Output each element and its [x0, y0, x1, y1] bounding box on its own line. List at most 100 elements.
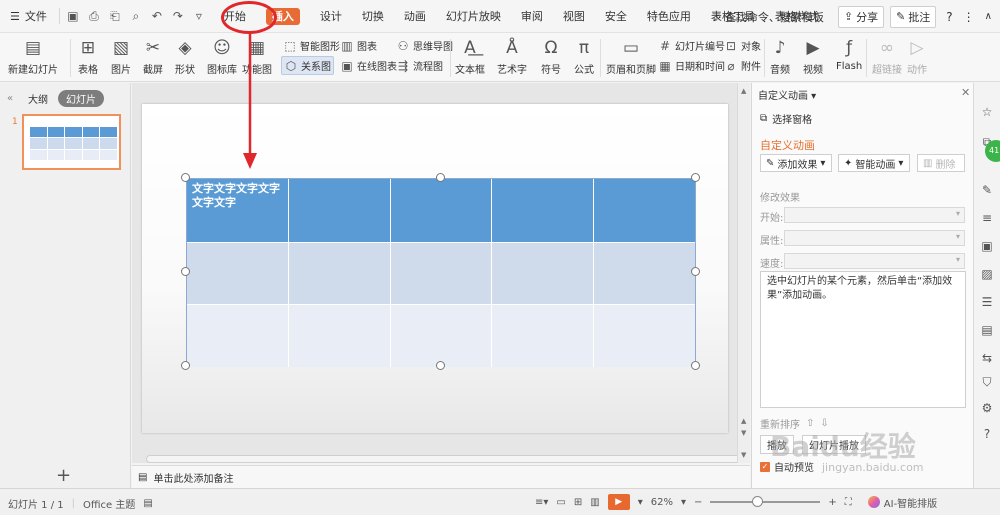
select-pane-button[interactable]: ⧉ 选择窗格	[760, 111, 812, 126]
chevron-down-icon[interactable]: ▾	[681, 497, 686, 508]
resize-handle[interactable]	[691, 361, 700, 370]
tab-security[interactable]: 安全	[595, 0, 637, 33]
notes-toggle-icon[interactable]: ≡▾	[535, 497, 548, 508]
tab-view[interactable]: 视图	[553, 0, 595, 33]
tab-insert[interactable]: 插入	[256, 0, 310, 33]
textbox-button[interactable]: A͟ 文本框	[455, 33, 485, 76]
table-cell[interactable]	[390, 241, 493, 305]
zoom-slider[interactable]	[710, 496, 821, 507]
slide[interactable]: 文字文字文字文字文字文字	[142, 104, 728, 433]
sorter-view-icon[interactable]: ⊞	[574, 497, 582, 508]
table-cell[interactable]	[594, 241, 695, 305]
resize-handle[interactable]	[181, 267, 190, 276]
shape-button[interactable]: ◈ 形状	[174, 33, 196, 76]
close-icon[interactable]: ✕	[961, 86, 970, 99]
resize-handle[interactable]	[436, 361, 445, 370]
add-slide-icon[interactable]: +	[56, 465, 71, 486]
property-dropdown[interactable]	[784, 230, 965, 246]
tab-design[interactable]: 设计	[310, 0, 352, 33]
table-cell[interactable]	[492, 241, 595, 305]
reading-view-icon[interactable]: ▥	[590, 497, 599, 508]
resize-handle[interactable]	[691, 267, 700, 276]
scroll-down-icon[interactable]: ▼	[741, 429, 746, 437]
move-up-icon[interactable]: ⇧	[806, 418, 814, 429]
online-chart-button[interactable]: ▣ 在线图表	[340, 58, 397, 74]
resize-handle[interactable]	[436, 173, 445, 182]
table-cell[interactable]	[390, 179, 493, 242]
tab-slides[interactable]: 幻灯片	[58, 89, 104, 107]
icon-library-button[interactable]: ☺ 图标库	[207, 33, 237, 76]
function-chart-button[interactable]: ▦ 功能图	[242, 33, 272, 76]
notes-bar[interactable]: ▤ 单击此处添加备注	[132, 465, 750, 488]
help-icon[interactable]: ?	[942, 10, 956, 24]
animation-list[interactable]: 选中幻灯片的某个元素，然后单击“添加效果”添加动画。	[760, 271, 966, 408]
resize-handle[interactable]	[181, 361, 190, 370]
object-button[interactable]: ⊡ 对象	[724, 38, 761, 54]
slide-table[interactable]: 文字文字文字文字文字文字	[186, 178, 696, 367]
tab-outline[interactable]: 大纲	[20, 90, 56, 107]
table-cell[interactable]	[594, 304, 695, 367]
chart-button[interactable]: ▥ 图表	[340, 38, 377, 54]
layers-icon[interactable]: ▣	[979, 239, 995, 255]
settings-icon[interactable]: ⚙	[979, 401, 995, 417]
add-effect-button[interactable]: ✎ 添加效果 ▾	[760, 154, 832, 172]
wordart-button[interactable]: Å 艺术字	[497, 33, 527, 76]
command-search[interactable]: ⌕ 查找命令、搜索模板	[715, 9, 832, 25]
table-cell[interactable]	[594, 179, 695, 242]
table-cell[interactable]: 文字文字文字文字文字文字	[187, 179, 289, 242]
image-icon[interactable]: ▨	[979, 267, 995, 283]
formula-button[interactable]: π 公式	[573, 33, 595, 76]
screenshot-button[interactable]: ✂ 截屏	[142, 33, 164, 76]
save-icon[interactable]: ▣	[64, 7, 82, 25]
picture-button[interactable]: ▧ 图片	[110, 33, 132, 76]
fit-window-icon[interactable]: ⛶	[845, 497, 852, 508]
shield-icon[interactable]: ⛉	[979, 375, 995, 391]
table-cell[interactable]	[187, 304, 289, 367]
scroll-up-icon[interactable]: ▲	[741, 87, 746, 95]
scroll-up-icon[interactable]: ▲	[741, 417, 746, 425]
relation-graph-button[interactable]: ⬡ 关系图	[281, 56, 334, 75]
auto-preview-checkbox[interactable]: ✓ 自动预览	[760, 459, 814, 474]
tab-animation[interactable]: 动画	[394, 0, 436, 33]
table-cell[interactable]	[187, 241, 289, 305]
attachment-button[interactable]: ⌀ 附件	[724, 58, 761, 74]
file-menu[interactable]: ☰ 文件	[0, 0, 55, 33]
mind-map-button[interactable]: ⚇ 思维导图	[396, 38, 453, 54]
table-button[interactable]: ⊞ 表格	[77, 33, 99, 76]
export-pdf-icon[interactable]: ⎙	[85, 7, 103, 25]
horizontal-scrollbar[interactable]	[146, 455, 746, 463]
vertical-scrollbar[interactable]: ▲ ▲ ▼ ▼	[737, 83, 750, 463]
speed-dropdown[interactable]	[784, 253, 965, 269]
chevron-down-icon[interactable]: ▾	[638, 497, 643, 508]
zoom-out-icon[interactable]: −	[694, 497, 702, 508]
symbol-button[interactable]: Ω 符号	[540, 33, 562, 76]
pane-title[interactable]: 自定义动画 ▾	[758, 87, 816, 102]
slideshow-button[interactable]: 幻灯片播放	[802, 435, 866, 454]
tab-transition[interactable]: 切换	[352, 0, 394, 33]
tab-slideshow[interactable]: 幻灯片放映	[436, 0, 511, 33]
customize-dropdown-icon[interactable]: ▿	[190, 7, 208, 25]
zoom-in-icon[interactable]: +	[828, 497, 836, 508]
table-cell[interactable]	[288, 304, 391, 367]
star-icon[interactable]: ☆	[979, 105, 995, 121]
move-down-icon[interactable]: ⇩	[820, 418, 828, 429]
action-button[interactable]: ▷ 动作	[906, 33, 928, 76]
ai-layout-button[interactable]: AI-智能排版	[860, 495, 937, 510]
collapse-ribbon-icon[interactable]: ∧	[981, 11, 992, 22]
flow-chart-button[interactable]: ⇶ 流程图	[396, 58, 443, 74]
theme-icon[interactable]: ▤	[143, 498, 152, 509]
comment-button[interactable]: ✎ 批注	[890, 5, 937, 28]
date-time-button[interactable]: ▦ 日期和时间	[658, 58, 725, 74]
start-dropdown[interactable]	[784, 207, 965, 223]
more-icon[interactable]: ⋮	[963, 10, 975, 24]
delete-button[interactable]: ▥ 删除	[917, 154, 965, 172]
collapse-pane-icon[interactable]: «	[0, 93, 20, 104]
list-icon[interactable]: ☰	[979, 295, 995, 311]
tab-review[interactable]: 审阅	[511, 0, 553, 33]
table-cell[interactable]	[390, 304, 493, 367]
zoom-level[interactable]: 62%	[651, 497, 673, 508]
hyperlink-button[interactable]: ∞ 超链接	[872, 33, 902, 76]
video-button[interactable]: ▶ 视频	[802, 33, 824, 76]
table-cell[interactable]	[492, 304, 595, 367]
header-footer-button[interactable]: ▭ 页眉和页脚	[606, 33, 656, 76]
